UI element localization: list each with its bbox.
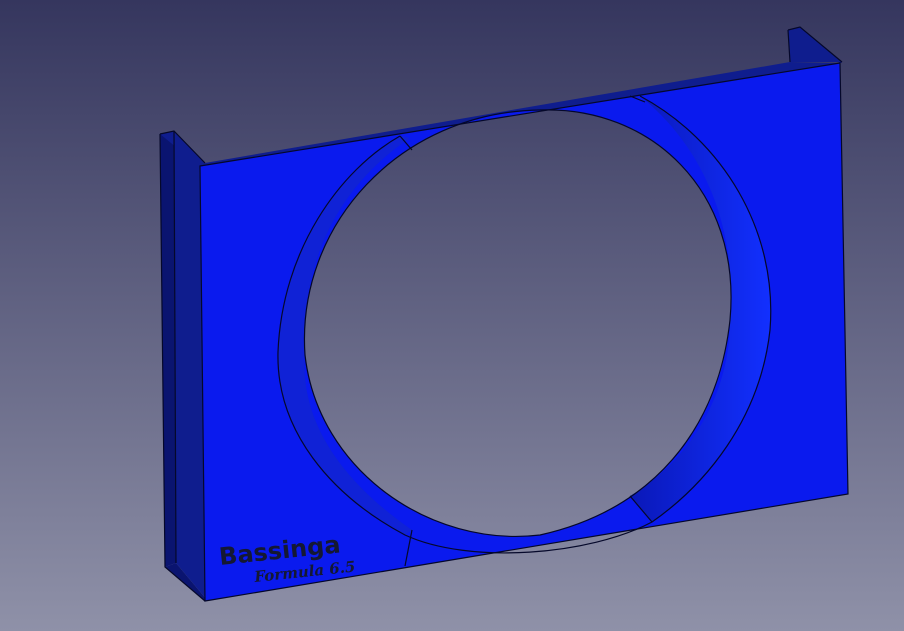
viewport-canvas[interactable]: Bassinga Formula 6.5 <box>0 0 904 631</box>
3d-viewport[interactable]: Bassinga Formula 6.5 <box>0 0 904 631</box>
